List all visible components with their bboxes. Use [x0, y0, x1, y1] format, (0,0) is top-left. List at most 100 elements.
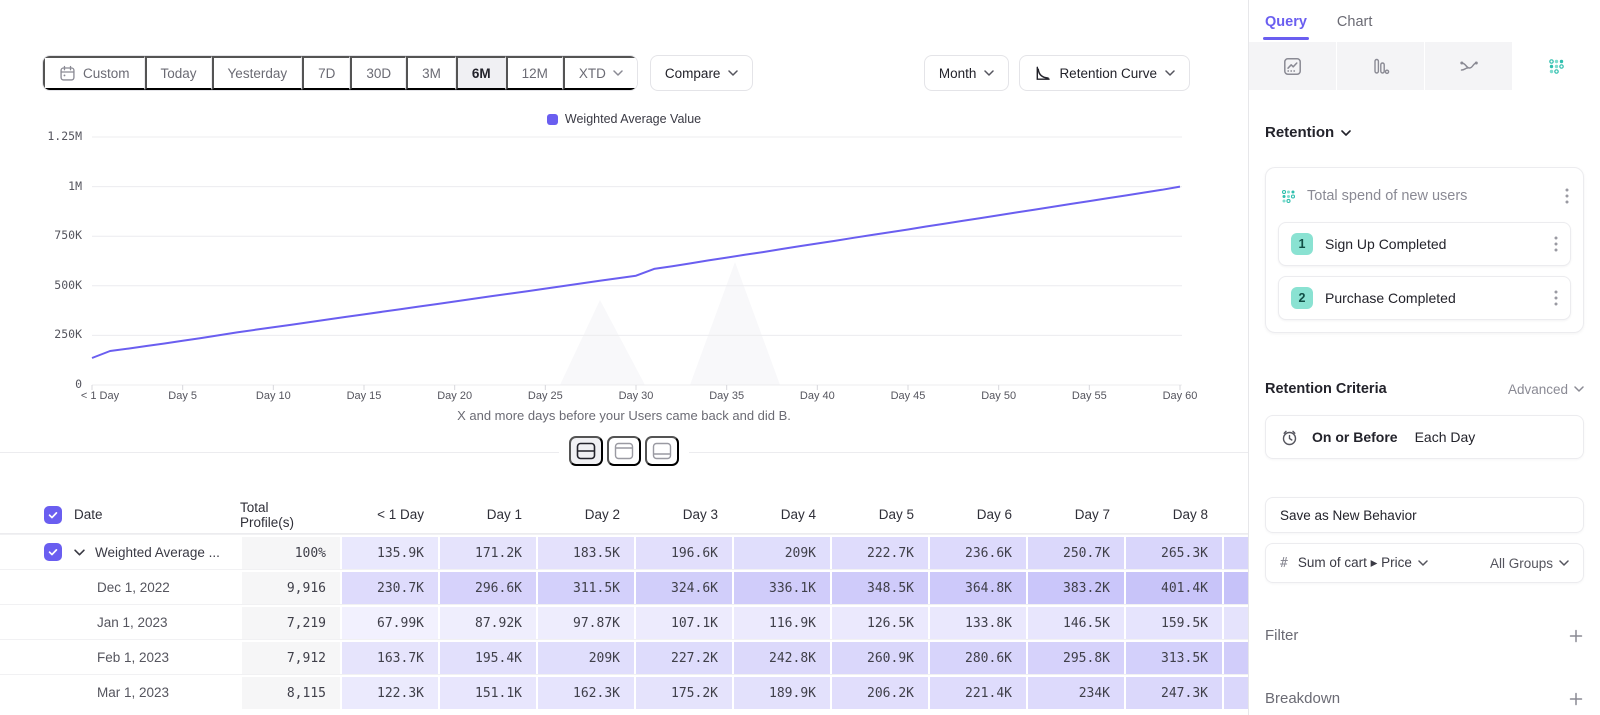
column-header[interactable]: Day 3	[634, 496, 732, 533]
alarm-clock-icon	[1280, 428, 1299, 447]
retention-value-cell[interactable]: 250.7K	[1026, 535, 1124, 569]
behavior-retention-icon	[1280, 188, 1297, 205]
retention-value-cell[interactable]: 296.6K	[438, 570, 536, 604]
retention-value-cell[interactable]: 135.9K	[340, 535, 438, 569]
table-only-toggle[interactable]	[645, 436, 679, 466]
retention-value-cell[interactable]: 116.9K	[732, 605, 830, 639]
save-as-new-behavior-button[interactable]: Save as New Behavior	[1265, 497, 1584, 533]
report-tab-funnels[interactable]	[1337, 42, 1425, 90]
table-row[interactable]: Jan 1, 20237,21967.99K87.92K97.87K107.1K…	[0, 604, 1248, 639]
all-groups-dropdown[interactable]: All Groups	[1490, 556, 1569, 571]
retention-value-cell[interactable]: 171.2K	[438, 535, 536, 569]
column-header[interactable]: < 1 Day	[340, 496, 438, 533]
retention-value-cell[interactable]: 206.2K	[830, 675, 928, 709]
retention-value-cell[interactable]: 221.4K	[928, 675, 1026, 709]
retention-value-cell[interactable]: 87.92K	[438, 605, 536, 639]
row-checkbox-checked[interactable]	[44, 506, 62, 524]
criteria-card[interactable]: On or Before Each Day	[1265, 415, 1584, 459]
plus-icon	[1568, 691, 1584, 707]
add-filter-button[interactable]	[1568, 628, 1584, 644]
behavior-step-1[interactable]: 1Sign Up Completed	[1278, 222, 1571, 266]
retention-value-cell[interactable]: 260.9K	[830, 640, 928, 674]
split-view-toggle[interactable]	[569, 436, 603, 466]
table-row[interactable]: Feb 1, 20237,912163.7K195.4K209K227.2K24…	[0, 639, 1248, 674]
retention-value-cell[interactable]: 383.2K	[1026, 570, 1124, 604]
retention-value-cell[interactable]: 209K	[536, 640, 634, 674]
retention-value-cell[interactable]: 227.2K	[634, 640, 732, 674]
retention-value-cell[interactable]: 122.3K	[340, 675, 438, 709]
retention-value-cell[interactable]: 183.5K	[536, 535, 634, 569]
tab-chart[interactable]: Chart	[1337, 14, 1372, 40]
retention-value-cell[interactable]: 265.3K	[1124, 535, 1222, 569]
tab-query[interactable]: Query	[1265, 14, 1307, 40]
retention-value-cell[interactable]: 162.3K	[536, 675, 634, 709]
retention-value-cell[interactable]: 364.8K	[928, 570, 1026, 604]
row-label-cell: Weighted Average ...	[0, 535, 240, 569]
column-header[interactable]: Day 1	[438, 496, 536, 533]
column-header[interactable]: Day 2	[536, 496, 634, 533]
table-row[interactable]: Weighted Average ...100%135.9K171.2K183.…	[0, 534, 1248, 569]
expand-row-button[interactable]	[74, 549, 85, 556]
weighted-average-line[interactable]	[92, 187, 1180, 358]
retention-value-cell[interactable]: 242.8K	[732, 640, 830, 674]
retention-value-cell[interactable]: 295.8K	[1026, 640, 1124, 674]
retention-value-cell[interactable]: 401.4K	[1124, 570, 1222, 604]
retention-value-cell[interactable]: 97.87K	[536, 605, 634, 639]
retention-value-cell[interactable]: 67.99K	[340, 605, 438, 639]
column-header[interactable]: Total Profile(s)	[240, 496, 340, 533]
retention-value-cell[interactable]: 175.2K	[634, 675, 732, 709]
column-header[interactable]: Day 6	[928, 496, 1026, 533]
retention-value-cell[interactable]: 195.4K	[438, 640, 536, 674]
retention-value-cell[interactable]: 313.5K	[1124, 640, 1222, 674]
split-view-icon	[576, 442, 596, 460]
report-tab-retention[interactable]	[1513, 42, 1600, 90]
date-header-label: Date	[74, 507, 103, 522]
retention-value-cell[interactable]: 234K	[1026, 675, 1124, 709]
row-label: Feb 1, 2023	[97, 650, 169, 665]
retention-value-cell[interactable]: 230.7K	[340, 570, 438, 604]
all-groups-label: All Groups	[1490, 556, 1553, 571]
column-header[interactable]: Day 7	[1026, 496, 1124, 533]
chart-only-toggle[interactable]	[607, 436, 641, 466]
retention-value-cell[interactable]: 196.6K	[634, 535, 732, 569]
retention-value-cell[interactable]: 133.8K	[928, 605, 1026, 639]
row-checkbox-checked[interactable]	[44, 543, 62, 561]
table-row[interactable]: Dec 1, 20229,916230.7K296.6K311.5K324.6K…	[0, 569, 1248, 604]
retention-value-cell[interactable]: 348.5K	[830, 570, 928, 604]
report-tab-insights[interactable]	[1249, 42, 1337, 90]
retention-value-cell[interactable]: 324.6K	[634, 570, 732, 604]
add-breakdown-button[interactable]	[1568, 691, 1584, 707]
retention-value-cell[interactable]: 189.9K	[732, 675, 830, 709]
chevron-down-icon	[1418, 560, 1428, 566]
chevron-down-icon	[74, 549, 85, 556]
criteria-mode-dropdown[interactable]: Advanced	[1508, 382, 1584, 397]
main-panel: CustomTodayYesterday7D30D3M6M12MXTD Comp…	[0, 0, 1248, 715]
step-menu-button[interactable]	[1554, 290, 1558, 306]
table-row[interactable]: Mar 1, 20238,115122.3K151.1K162.3K175.2K…	[0, 674, 1248, 709]
property-path-dropdown[interactable]: Sum of cart ▸ Price	[1298, 555, 1480, 571]
report-section-dropdown[interactable]: Retention	[1265, 124, 1584, 141]
column-header[interactable]: Day 5	[830, 496, 928, 533]
row-label: Dec 1, 2022	[97, 580, 170, 595]
retention-value-cell[interactable]: 209K	[732, 535, 830, 569]
behavior-menu-button[interactable]	[1565, 188, 1569, 204]
retention-value-cell[interactable]: 222.7K	[830, 535, 928, 569]
column-header[interactable]: Day 4	[732, 496, 830, 533]
retention-value-cell[interactable]: 151.1K	[438, 675, 536, 709]
report-tab-flows[interactable]	[1425, 42, 1513, 90]
retention-value-cell[interactable]: 280.6K	[928, 640, 1026, 674]
column-header[interactable]: Day 8	[1124, 496, 1222, 533]
retention-value-cell[interactable]: 107.1K	[634, 605, 732, 639]
retention-value-cell[interactable]: 146.5K	[1026, 605, 1124, 639]
behavior-step-2[interactable]: 2Purchase Completed	[1278, 276, 1571, 320]
retention-value-cell[interactable]: 159.5K	[1124, 605, 1222, 639]
retention-value-cell[interactable]: 247.3K	[1124, 675, 1222, 709]
retention-value-cell[interactable]: 236.6K	[928, 535, 1026, 569]
retention-value-cell[interactable]: 336.1K	[732, 570, 830, 604]
kebab-icon	[1554, 290, 1558, 306]
retention-value-cell[interactable]: 311.5K	[536, 570, 634, 604]
retention-value-cell[interactable]: 126.5K	[830, 605, 928, 639]
step-menu-button[interactable]	[1554, 236, 1558, 252]
retention-value-cell[interactable]: 163.7K	[340, 640, 438, 674]
kebab-icon	[1565, 188, 1569, 204]
